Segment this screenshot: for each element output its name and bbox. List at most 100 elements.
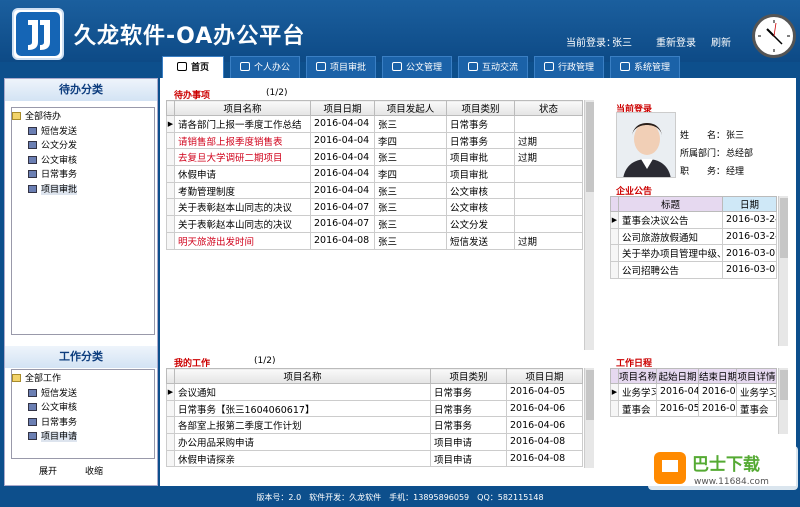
cell-start-date: 2016-04- — [656, 383, 699, 401]
expand-button[interactable]: 展开 — [39, 464, 57, 477]
tree-item-project-approval[interactable]: 项目审批 — [12, 183, 154, 198]
footer-info: 版本号：2.0 软件开发：久龙软件 手机：13895896059 QQ：5821… — [0, 488, 800, 507]
column-header[interactable]: 项目类别 — [446, 100, 515, 116]
tree-item-doc-review[interactable]: 公文审核 — [12, 154, 154, 169]
row-indicator — [610, 399, 619, 418]
collapse-button[interactable]: 收缩 — [85, 464, 103, 477]
tree-item-daily-affairs[interactable]: 日常事务 — [12, 168, 154, 183]
table-row[interactable]: 去复旦大学调研二期项目 2016-04-04 张三 项目审批 过期 — [166, 148, 583, 167]
mywork-scrollbar[interactable] — [584, 368, 594, 468]
table-row[interactable]: 请销售部上报季度销售表 2016-04-04 李四 日常事务 过期 — [166, 131, 583, 150]
cell-project-name: 休假申请 — [174, 165, 311, 183]
announcements-scrollbar[interactable] — [778, 196, 788, 346]
cell-date: 2016-04-04 — [310, 165, 375, 183]
tab-project-approval[interactable]: 项目审批 — [306, 56, 376, 78]
column-header[interactable]: 项目日期 — [506, 368, 583, 384]
tree-item-daily-affairs[interactable]: 日常事务 — [12, 416, 154, 431]
gear-icon — [619, 62, 630, 71]
table-row[interactable]: 休假申请 2016-04-04 李四 项目审批 — [166, 165, 583, 183]
column-header[interactable]: 项目日期 — [310, 100, 375, 116]
tab-personal-office[interactable]: 个人办公 — [230, 56, 300, 78]
cell-status: 过期 — [514, 148, 583, 167]
tree-item-sms[interactable]: 短信发送 — [12, 387, 154, 402]
column-header[interactable]: 日期 — [722, 196, 777, 212]
tree-root-all-todo[interactable]: 全部待办 — [12, 110, 154, 125]
profile-dept: 总经部 — [726, 149, 754, 159]
column-header[interactable]: 项目发起人 — [374, 100, 447, 116]
document-icon — [28, 403, 37, 411]
cell-status — [514, 165, 583, 183]
scrollbar-thumb[interactable] — [586, 102, 594, 192]
table-row[interactable]: ▶业务学习2016-04-2016-04-业务学习 — [610, 383, 777, 401]
column-header[interactable]: 项目详情 — [736, 368, 777, 384]
table-row[interactable]: ▶ 董事会决议公告 2016-03-24 — [610, 211, 777, 229]
table-row[interactable]: 各部室上报第二季度工作计划 日常事务 2016-04-06 — [166, 416, 583, 435]
todo-category-title: 待办分类 — [5, 79, 157, 101]
main-content: 待办事项 (1/2) 项目名称 项目日期 项目发起人 项目类别 状态 ▶ 请各部门… — [160, 78, 796, 486]
table-row[interactable]: 关于表彰赵本山同志的决议 2016-04-07 张三 公文审核 — [166, 198, 583, 217]
cell-title: 关于举办项目管理中级、高级 — [618, 244, 723, 263]
cell-title: 公司旅游放假通知 — [618, 227, 723, 246]
cell-category: 日常事务 — [430, 416, 507, 435]
table-row[interactable]: 公司招聘公告 2016-03-07 — [610, 261, 777, 279]
relogin-link[interactable]: 重新登录 — [656, 34, 696, 49]
scrollbar-thumb[interactable] — [780, 198, 788, 258]
tree-item-sms[interactable]: 短信发送 — [12, 125, 154, 140]
cell-category: 日常事务 — [430, 399, 507, 418]
column-header — [610, 368, 619, 384]
table-row[interactable]: 关于表彰赵本山同志的决议 2016-04-07 张三 公文分发 — [166, 215, 583, 233]
cell-category: 日常事务 — [446, 115, 515, 133]
column-header[interactable]: 项目类别 — [430, 368, 507, 384]
tree-item-doc-distribute[interactable]: 公文分发 — [12, 139, 154, 154]
cell-category: 公文分发 — [446, 215, 515, 233]
table-row[interactable]: 日常事务【张三1604060617】 日常事务 2016-04-06 — [166, 399, 583, 418]
table-row[interactable]: 明天旅游出发时间 2016-04-08 张三 短信发送 过期 — [166, 231, 583, 250]
user-avatar — [616, 112, 676, 178]
table-row[interactable]: 休假申请探亲 项目申请 2016-04-08 — [166, 449, 583, 468]
column-header[interactable]: 结束日期 — [698, 368, 737, 384]
row-indicator-icon: ▶ — [610, 383, 619, 401]
table-row[interactable]: 考勤管理制度 2016-04-04 张三 公文审核 — [166, 181, 583, 200]
schedule-scrollbar[interactable] — [778, 368, 788, 434]
tab-system-management[interactable]: 系统管理 — [610, 56, 680, 78]
current-user-name: 张三 — [612, 38, 632, 49]
column-header[interactable]: 状态 — [514, 100, 583, 116]
app-title: 久龙软件-OA办公平台 — [74, 24, 306, 49]
column-header[interactable]: 项目名称 — [618, 368, 657, 384]
refresh-link[interactable]: 刷新 — [711, 34, 731, 49]
cell-date: 2016-04-04 — [310, 115, 375, 133]
tree-item-project-application[interactable]: 项目申请 — [12, 430, 154, 445]
mywork-table: 项目名称 项目类别 项目日期 ▶ 会议通知 日常事务 2016-04-05 日常事务【… — [166, 368, 583, 468]
table-row[interactable]: 公司旅游放假通知 2016-03-24 — [610, 227, 777, 246]
tab-home[interactable]: 首页 — [162, 56, 224, 78]
current-login-label: 当前登录： — [566, 38, 616, 49]
document-icon — [28, 170, 37, 178]
cell-title: 公司招聘公告 — [618, 261, 723, 279]
scrollbar-thumb[interactable] — [586, 370, 594, 420]
table-row[interactable]: ▶ 会议通知 日常事务 2016-04-05 — [166, 383, 583, 401]
cell-project-name: 办公用品采购申请 — [174, 433, 431, 451]
tab-interaction[interactable]: 互动交流 — [458, 56, 528, 78]
column-header[interactable]: 项目名称 — [174, 100, 311, 116]
column-header[interactable]: 起始日期 — [656, 368, 699, 384]
column-header[interactable]: 标题 — [618, 196, 723, 212]
cell-project-name: 日常事务【张三1604060617】 — [174, 399, 431, 418]
scrollbar-thumb[interactable] — [780, 370, 788, 400]
cell-date: 2016-03-07 — [722, 244, 777, 263]
tree-item-doc-review[interactable]: 公文审核 — [12, 401, 154, 416]
tab-document-management[interactable]: 公文管理 — [382, 56, 452, 78]
todo-scrollbar[interactable] — [584, 100, 594, 350]
table-row[interactable]: ▶ 请各部门上报一季度工作总结 2016-04-04 张三 日常事务 — [166, 115, 583, 133]
table-row[interactable]: 关于举办项目管理中级、高级2016-03-07 — [610, 244, 777, 263]
row-indicator — [166, 165, 175, 183]
cell-end-date: 2016-05- — [698, 399, 737, 418]
column-header[interactable]: 项目名称 — [174, 368, 431, 384]
table-row[interactable]: 董事会2016-05-2016-05-董事会 — [610, 399, 777, 418]
cell-project-name: 请各部门上报一季度工作总结 — [174, 115, 311, 133]
work-category-tree: 全部工作 短信发送 公文审核 日常事务 项目申请 — [11, 369, 155, 459]
tree-root-all-work[interactable]: 全部工作 — [12, 372, 154, 387]
cell-category: 短信发送 — [446, 231, 515, 250]
table-row[interactable]: 办公用品采购申请 项目申请 2016-04-08 — [166, 433, 583, 451]
document-icon — [28, 417, 37, 426]
tab-administration[interactable]: 行政管理 — [534, 56, 604, 78]
